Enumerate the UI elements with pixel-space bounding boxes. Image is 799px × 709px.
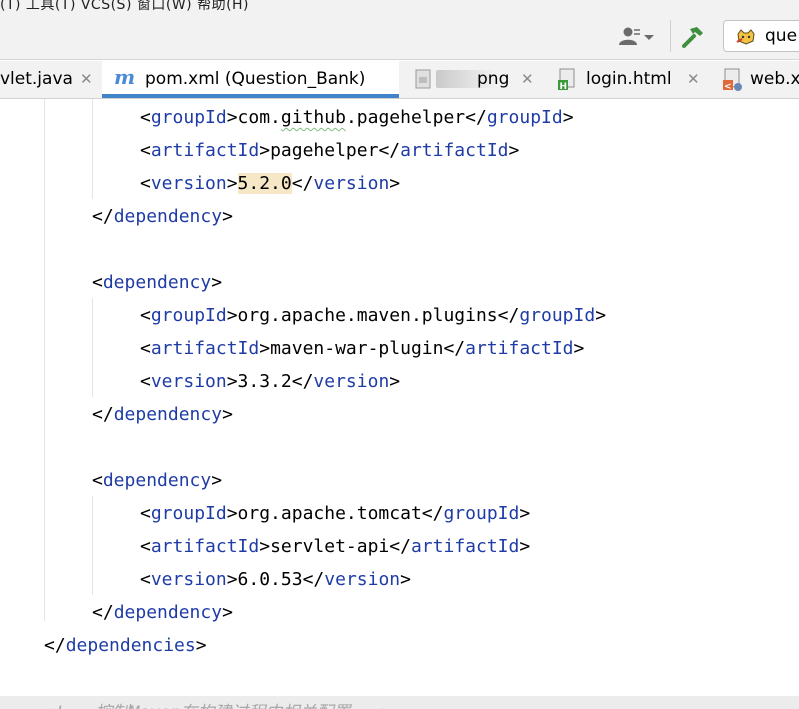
code-editor[interactable]: <groupId>com.github.pagehelper</groupId>… (0, 99, 799, 696)
tab-pom-xml[interactable]: m pom.xml (Question_Bank) (102, 61, 399, 98)
toolbar-separator (670, 20, 671, 52)
indent-guide (92, 496, 93, 595)
code-line: </dependency> (92, 404, 233, 425)
svg-text:m: m (114, 67, 135, 89)
tomcat-icon (736, 28, 756, 46)
tab-png-image[interactable]: png ✕ (399, 61, 544, 98)
hammer-icon[interactable] (680, 24, 706, 50)
close-icon[interactable]: ✕ (80, 70, 93, 88)
code-line: <dependency> (92, 470, 223, 491)
tab-label: vlet.java (0, 69, 73, 89)
code-line: </dependency> (92, 206, 233, 227)
code-line: <groupId>com.github.pagehelper</groupId> (140, 107, 574, 128)
code-line: <version>3.3.2</version> (140, 371, 401, 392)
code-line: <groupId>org.apache.maven.plugins</group… (140, 305, 607, 326)
highlighted-value: 5.2.0 (237, 173, 292, 194)
tab-label: png (477, 69, 510, 89)
code-line: <version>5.2.0</version> (140, 173, 401, 194)
user-dropdown-icon[interactable] (617, 26, 659, 48)
code-line: <version>6.0.53</version> (140, 569, 411, 590)
xml-file-icon: < (722, 68, 742, 92)
code-line: <artifactId>servlet-api</artifactId> (140, 536, 531, 557)
code-line: </dependency> (92, 602, 233, 623)
html-file-icon: H (557, 68, 577, 92)
image-file-icon (414, 68, 434, 90)
code-line: <dependency> (92, 272, 223, 293)
tab-label: pom.xml (Question_Bank) (145, 69, 366, 89)
tab-label: web.x (750, 69, 799, 89)
close-icon[interactable]: ✕ (521, 70, 534, 88)
close-icon[interactable]: ✕ (687, 70, 700, 88)
run-configuration-label: que (765, 26, 798, 46)
menu-bar-text[interactable]: (T) 工具(T) VCS(S) 窗口(W) 帮助(H) (0, 0, 249, 14)
maven-icon: m (114, 65, 135, 89)
svg-text:<: < (724, 82, 732, 92)
spellcheck-underline: github (280, 107, 346, 128)
editor-tab-bar: vlet.java ✕ m pom.xml (Question_Bank) pn… (0, 61, 799, 99)
toolbar: que (0, 14, 799, 60)
indent-guide (44, 99, 45, 621)
tab-web-xml[interactable]: < web.x (709, 61, 799, 98)
svg-text:H: H (560, 82, 568, 92)
tab-servlet-java[interactable]: vlet.java ✕ (0, 61, 102, 98)
bottom-code-strip: <!-- 控制Maven在构建过程中相关配置 --> (0, 696, 799, 709)
indent-guide (92, 298, 93, 397)
code-line: </dependencies> (44, 635, 207, 656)
run-configuration-selector[interactable]: que (723, 20, 799, 52)
code-line: <groupId>org.apache.tomcat</groupId> (140, 503, 531, 524)
xml-comment: <!-- 控制Maven在构建过程中相关配置 --> (44, 698, 391, 709)
tab-label: login.html (586, 69, 672, 89)
code-line: <artifactId>maven-war-plugin</artifactId… (140, 338, 585, 359)
code-line: <artifactId>pagehelper</artifactId> (140, 140, 520, 161)
tab-login-html[interactable]: H login.html ✕ (544, 61, 709, 98)
indent-guide (92, 99, 93, 199)
menu-bar: (T) 工具(T) VCS(S) 窗口(W) 帮助(H) (0, 0, 799, 14)
